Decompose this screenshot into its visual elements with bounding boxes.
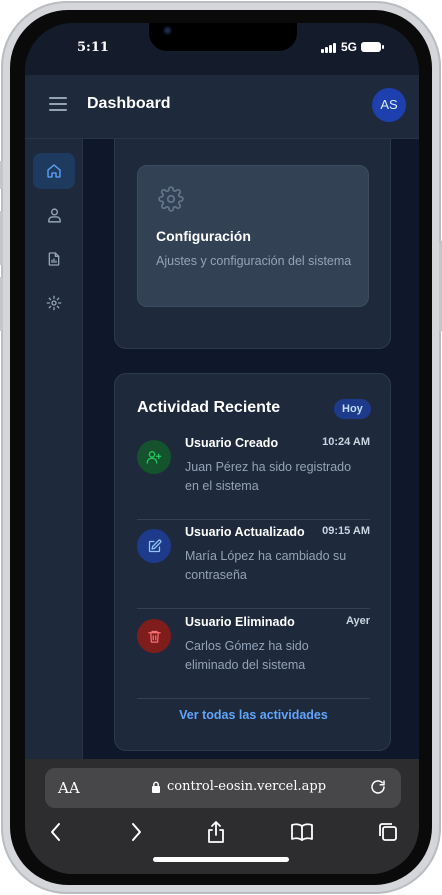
- share-icon: [208, 821, 224, 843]
- app-header: Dashboard AS: [25, 75, 419, 139]
- screen: 5:11 5G Dashboard AS Configuración Ajust…: [25, 23, 419, 874]
- share-button[interactable]: [201, 817, 231, 847]
- edit-icon: [148, 539, 161, 552]
- settings-module-card[interactable]: Configuración Ajustes y configuración de…: [137, 165, 369, 307]
- status-badge: Hoy: [334, 399, 371, 419]
- settings-card-title: Configuración: [156, 228, 251, 244]
- trash-icon: [147, 630, 161, 643]
- activity-item-title: Usuario Actualizado: [185, 525, 305, 539]
- activity-item-time: Ayer: [345, 615, 370, 627]
- back-button[interactable]: [41, 817, 71, 847]
- modules-card: Configuración Ajustes y configuración de…: [114, 139, 391, 349]
- battery-icon: [361, 42, 384, 52]
- activity-item-time: 10:24 AM: [322, 436, 370, 448]
- settings-card-description: Ajustes y configuración del sistema: [156, 254, 352, 268]
- address-bar[interactable]: AA control-eosin.vercel.app: [45, 768, 401, 808]
- mute-switch: [0, 161, 3, 189]
- chevron-right-icon: [132, 823, 141, 841]
- activity-item-description: Juan Pérez ha sido registrado en el sist…: [185, 460, 352, 493]
- view-all-activities-link[interactable]: Ver todas las actividades: [115, 708, 392, 722]
- sidebar-item-users[interactable]: [33, 197, 75, 233]
- activity-item-time: 09:15 AM: [322, 525, 370, 537]
- avatar[interactable]: AS: [372, 88, 406, 122]
- browser-toolbar: AA control-eosin.vercel.app: [25, 759, 419, 874]
- activity-item[interactable]: Usuario Creado 10:24 AM Juan Pérez ha si…: [137, 432, 370, 520]
- book-icon: [291, 823, 313, 841]
- activity-icon-bg: [137, 529, 171, 563]
- users-icon: [47, 207, 61, 223]
- activity-icon-bg: [137, 440, 171, 474]
- volume-up-button: [0, 211, 3, 265]
- bookmarks-button[interactable]: [287, 817, 317, 847]
- status-bar: 5:11 5G: [25, 23, 419, 75]
- activity-icon-bg: [137, 619, 171, 653]
- url-text: control-eosin.vercel.app: [167, 779, 327, 794]
- activity-item-title: Usuario Eliminado: [185, 615, 295, 629]
- camera-icon: [163, 26, 172, 35]
- chevron-left-icon: [51, 823, 60, 841]
- lock-icon: [152, 781, 160, 793]
- sidebar: [25, 139, 83, 759]
- activity-title: Actividad Reciente: [137, 399, 281, 416]
- forward-button[interactable]: [121, 817, 151, 847]
- activity-item-description: Carlos Gómez ha sido eliminado del siste…: [185, 639, 309, 672]
- network-label: 5G: [341, 40, 358, 54]
- signal-icon: [321, 43, 336, 53]
- gear-icon: [158, 186, 184, 212]
- status-time: 5:11: [77, 40, 109, 55]
- volume-down-button: [0, 277, 3, 331]
- page-title: Dashboard: [87, 95, 171, 112]
- gear-icon: [46, 295, 62, 311]
- activity-item-description: María López ha cambiado su contraseña: [185, 549, 347, 582]
- tabs-button[interactable]: [373, 817, 403, 847]
- menu-button[interactable]: [49, 95, 69, 113]
- report-icon: [48, 252, 60, 266]
- home-indicator: [153, 857, 289, 862]
- reload-icon[interactable]: [369, 778, 387, 796]
- tabs-icon: [379, 823, 397, 841]
- sidebar-item-home[interactable]: [33, 153, 75, 189]
- main-content: Configuración Ajustes y configuración de…: [84, 139, 419, 759]
- sidebar-item-reports[interactable]: [33, 241, 75, 277]
- activity-item[interactable]: Usuario Actualizado 09:15 AM María López…: [137, 521, 370, 609]
- user-plus-icon: [146, 451, 162, 464]
- home-icon: [47, 164, 61, 178]
- activity-item[interactable]: Usuario Eliminado Ayer Carlos Gómez ha s…: [137, 611, 370, 699]
- activity-item-title: Usuario Creado: [185, 436, 279, 450]
- sidebar-item-settings[interactable]: [33, 285, 75, 321]
- phone-frame: 5:11 5G Dashboard AS Configuración Ajust…: [0, 1, 442, 894]
- text-size-button[interactable]: AA: [58, 779, 80, 797]
- recent-activity-card: Actividad Reciente Hoy Usuario Creado 10…: [114, 373, 391, 751]
